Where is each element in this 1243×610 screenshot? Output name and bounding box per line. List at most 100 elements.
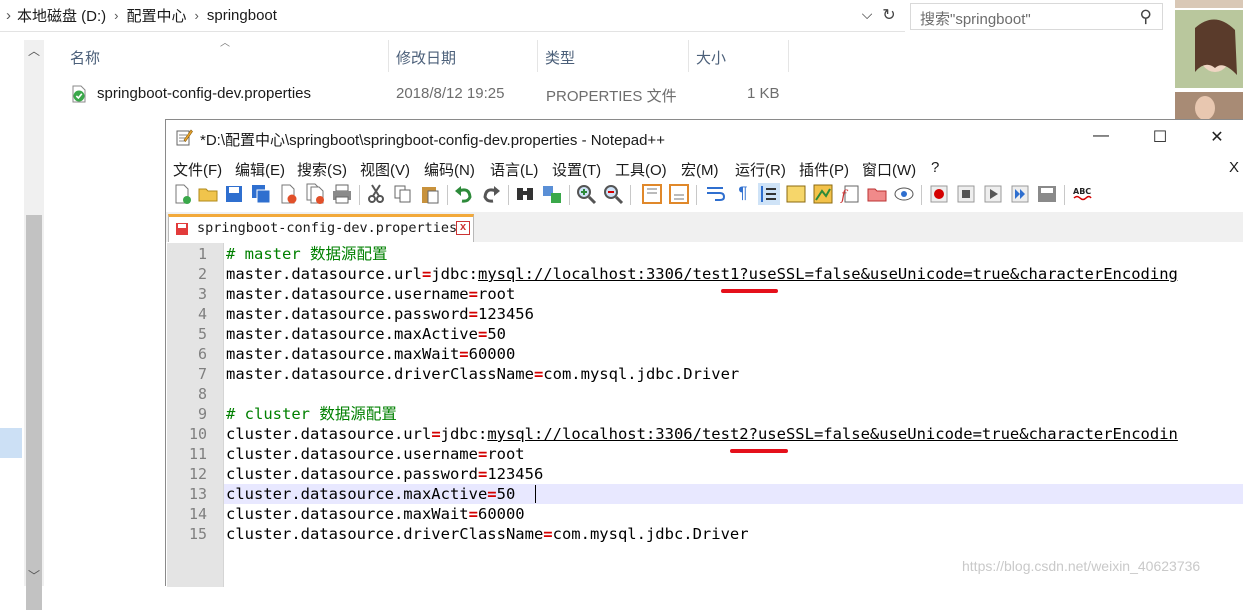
property-value: com.mysql.jdbc.Driver [543,365,740,383]
spell-check-icon[interactable]: ABC [1071,183,1093,205]
property-key: cluster.datasource.password [226,465,478,483]
column-header-type[interactable]: 类型 [545,44,575,70]
close-file-icon[interactable] [277,183,299,205]
breadcrumb-springboot[interactable]: springboot [207,7,277,24]
scrollbar-thumb[interactable] [26,215,42,610]
zoom-out-icon[interactable] [602,183,624,205]
close-button[interactable]: ✕ [1194,123,1240,151]
tab-bar: springboot-config-dev.properties x [166,212,1243,242]
sync-vertical-icon[interactable] [641,183,663,205]
tab-springboot-config-dev[interactable]: springboot-config-dev.properties x [168,214,474,242]
menu-file[interactable]: 文件(F) [173,159,222,180]
property-key: cluster.datasource.driverClassName [226,525,544,543]
property-value: 123456 [487,465,544,483]
minimize-button[interactable]: — [1078,123,1124,151]
breadcrumb-config-center[interactable]: 配置中心 [127,5,187,26]
search-input[interactable]: 搜索"springboot" ⚲ [910,3,1163,30]
refresh-icon[interactable]: ↻ [878,5,900,27]
tab-close-icon[interactable]: x [456,221,470,235]
scroll-up-icon[interactable]: ︿ [28,42,40,59]
redo-icon[interactable] [480,183,502,205]
line-number: 13 [188,485,207,503]
property-value: 50 [496,485,516,503]
search-icon[interactable]: ⚲ [1140,7,1152,27]
menu-edit[interactable]: 编辑(E) [235,159,285,180]
new-file-icon[interactable] [171,183,193,205]
property-key: cluster.datasource.maxActive [226,485,488,503]
monitoring-icon[interactable] [893,183,915,205]
menu-window[interactable]: 窗口(W) [862,159,916,180]
doc-map-icon[interactable] [812,183,834,205]
save-all-icon[interactable] [250,183,272,205]
scroll-down-icon[interactable]: ﹀ [28,567,40,584]
copy-icon[interactable] [392,183,414,205]
search-placeholder: 搜索"springboot" [920,11,1031,28]
menu-plugins[interactable]: 插件(P) [799,159,849,180]
column-header-name[interactable]: 名称 [70,44,100,70]
zoom-in-icon[interactable] [575,183,597,205]
column-divider[interactable] [388,40,389,72]
code-editor[interactable]: 1 2 3 4 5 6 7 8 9 10 11 12 13 14 15 # master 数据源配置 mast… [166,243,1243,587]
language-icon[interactable] [785,183,807,205]
save-macro-icon[interactable] [1036,183,1058,205]
line-number: 7 [197,365,207,383]
address-dropdown-icon[interactable]: ⌵ [858,6,876,26]
column-divider[interactable] [788,40,789,72]
column-divider[interactable] [537,40,538,72]
code-line: # cluster 数据源配置 [226,404,397,424]
line-number: 1 [197,245,207,263]
indent-guide-icon[interactable] [758,183,780,205]
run-macro-multiple-icon[interactable] [1009,183,1031,205]
function-list-icon[interactable]: f [839,183,861,205]
open-file-icon[interactable] [197,183,219,205]
show-all-characters-icon[interactable]: ¶ [732,183,754,205]
paste-icon[interactable] [419,183,441,205]
save-icon[interactable] [223,183,245,205]
maximize-button[interactable]: ☐ [1137,123,1183,151]
code-line: master.datasource.maxActive=50 [226,324,506,344]
menu-tools[interactable]: 工具(O) [615,159,667,180]
menu-run[interactable]: 运行(R) [735,159,786,180]
notepad-app-icon [176,129,193,146]
find-icon[interactable] [514,183,536,205]
menu-settings[interactable]: 设置(T) [552,159,601,180]
property-key: master.datasource.username [226,285,469,303]
line-number: 4 [197,305,207,323]
nav-scrollbar[interactable]: ︿ ﹀ [24,40,44,610]
menu-help[interactable]: ? [931,159,939,176]
column-divider[interactable] [688,40,689,72]
word-wrap-icon[interactable] [704,183,726,205]
menu-search[interactable]: 搜索(S) [297,159,347,180]
close-document-button[interactable]: X [1229,159,1239,176]
line-number: 9 [197,405,207,423]
line-number: 11 [188,445,207,463]
print-icon[interactable] [331,183,353,205]
address-bar[interactable]: › 本地磁盘 (D:) › 配置中心 › springboot [0,0,905,32]
properties-file-icon [72,85,86,103]
cut-icon[interactable] [365,183,387,205]
code-line: # master 数据源配置 [226,244,388,264]
menu-language[interactable]: 语言(L) [490,159,538,180]
undo-icon[interactable] [453,183,475,205]
title-bar[interactable]: *D:\配置中心\springboot\springboot-config-de… [166,120,1243,154]
equals-sign: = [477,465,488,483]
play-macro-icon[interactable] [982,183,1004,205]
replace-icon[interactable] [541,183,563,205]
equals-sign: = [421,265,432,283]
record-macro-icon[interactable] [928,183,950,205]
breadcrumb-drive[interactable]: 本地磁盘 (D:) [17,5,106,26]
column-header-modified[interactable]: 修改日期 [396,44,456,70]
column-header-size[interactable]: 大小 [696,44,726,70]
property-key: master.datasource.maxWait [226,345,460,363]
file-list-item[interactable]: springboot-config-dev.properties 2018/8/… [62,80,792,108]
menu-macro[interactable]: 宏(M) [681,159,719,180]
menu-view[interactable]: 视图(V) [360,159,410,180]
menu-encoding[interactable]: 编码(N) [424,159,475,180]
stop-macro-icon[interactable] [955,183,977,205]
folder-workspace-icon[interactable] [866,183,888,205]
equals-sign: = [468,285,478,303]
close-all-icon[interactable] [304,183,326,205]
property-value: 50 [487,325,506,343]
comment-text: # master 数据源配置 [226,245,388,263]
sync-horizontal-icon[interactable] [668,183,690,205]
